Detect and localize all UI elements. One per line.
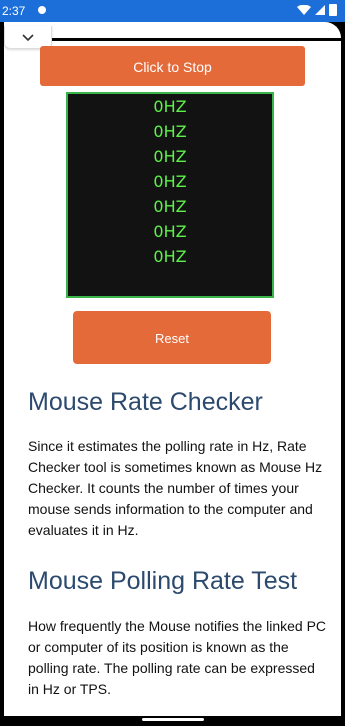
section-heading-polling-test: Mouse Polling Rate Test: [28, 567, 298, 595]
section-paragraph-polling-test: How frequently the Mouse notifies the li…: [28, 618, 327, 697]
reading-value: 0HZ: [153, 97, 187, 116]
device-frame: 2:37 Click to Stop 0HZ 0HZ 0HZ 0HZ 0HZ 0…: [0, 0, 345, 726]
wifi-icon: [297, 5, 311, 15]
notification-icon: [38, 6, 46, 14]
top-divider: [50, 38, 341, 41]
reset-button[interactable]: Reset: [73, 311, 271, 364]
reading-value: 0HZ: [153, 247, 187, 266]
section-heading-rate-checker: Mouse Rate Checker: [28, 388, 263, 416]
rate-display: 0HZ 0HZ 0HZ 0HZ 0HZ 0HZ 0HZ: [66, 92, 274, 298]
readings-list: 0HZ 0HZ 0HZ 0HZ 0HZ 0HZ 0HZ: [68, 94, 272, 269]
navigation-bar: [0, 716, 345, 726]
reading-value: 0HZ: [153, 172, 187, 191]
reading-value: 0HZ: [153, 222, 187, 241]
reading-value: 0HZ: [153, 197, 187, 216]
reading-value: 0HZ: [153, 122, 187, 141]
section-paragraph-rate-checker: Since it estimates the polling rate in H…: [28, 438, 323, 538]
status-time: 2:37: [2, 4, 26, 18]
home-handle[interactable]: [142, 718, 204, 721]
chevron-down-icon: [22, 34, 34, 42]
click-to-stop-button[interactable]: Click to Stop: [40, 46, 305, 86]
signal-icon: [315, 5, 325, 15]
status-bar: 2:37: [0, 0, 345, 22]
battery-icon: [329, 4, 337, 16]
status-icons: [297, 4, 337, 16]
reading-value: 0HZ: [153, 147, 187, 166]
web-page[interactable]: Click to Stop 0HZ 0HZ 0HZ 0HZ 0HZ 0HZ 0H…: [4, 22, 341, 716]
